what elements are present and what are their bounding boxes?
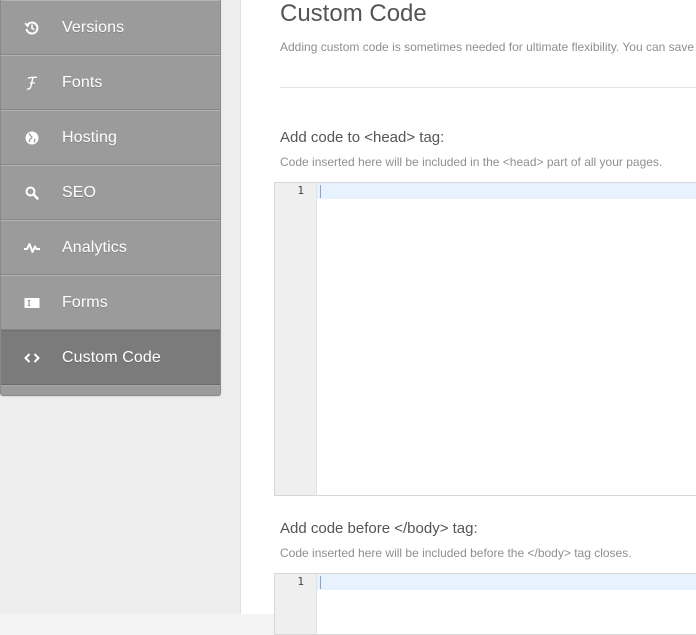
sidebar-item-label: Versions	[62, 18, 125, 36]
line-number: 1	[297, 575, 304, 588]
text-cursor	[320, 185, 321, 198]
sidebar-item-label: Forms	[62, 293, 108, 311]
divider	[280, 87, 696, 88]
search-icon	[23, 184, 41, 202]
line-gutter: 1	[275, 183, 317, 495]
sidebar-item-hosting[interactable]: Hosting	[1, 110, 220, 165]
text-cursor	[320, 576, 321, 589]
sidebar-item-label: Hosting	[62, 128, 117, 146]
sidebar-item-fonts[interactable]: Fonts	[1, 55, 220, 110]
custom-code-panel: Custom Code Adding custom code is someti…	[241, 0, 696, 635]
head-code-editor[interactable]: 1	[274, 182, 696, 496]
sidebar-item-forms[interactable]: Forms	[1, 275, 220, 330]
form-icon	[23, 294, 41, 312]
page-title: Custom Code	[280, 0, 427, 27]
sidebar-item-label: Custom Code	[62, 348, 161, 366]
sidebar-item-label: Fonts	[62, 73, 103, 91]
sidebar-item-custom-code[interactable]: Custom Code	[1, 330, 220, 385]
active-line-highlight	[317, 574, 696, 590]
page-description: Adding custom code is sometimes needed f…	[280, 40, 694, 54]
body-code-title: Add code before </body> tag:	[280, 520, 478, 537]
body-code-editor[interactable]: 1	[274, 573, 696, 635]
pulse-icon	[23, 239, 41, 257]
sidebar-item-label: SEO	[62, 183, 97, 201]
head-code-title: Add code to <head> tag:	[280, 129, 445, 146]
sidebar-footer	[1, 385, 220, 395]
sidebar-item-label: Analytics	[62, 238, 127, 256]
history-icon	[23, 19, 41, 37]
globe-icon	[23, 129, 41, 147]
line-gutter: 1	[275, 574, 317, 634]
line-number: 1	[297, 184, 304, 197]
body-code-description: Code inserted here will be included befo…	[280, 546, 632, 560]
sidebar-item-analytics[interactable]: Analytics	[1, 220, 220, 275]
settings-sidebar: Versions Fonts Hosting SEO Analytics For…	[0, 0, 221, 396]
sidebar-item-seo[interactable]: SEO	[1, 165, 220, 220]
font-icon	[23, 74, 41, 92]
sidebar-item-versions[interactable]: Versions	[1, 0, 220, 55]
code-icon	[23, 349, 41, 367]
head-code-description: Code inserted here will be included in t…	[280, 155, 663, 169]
active-line-highlight	[317, 183, 696, 199]
